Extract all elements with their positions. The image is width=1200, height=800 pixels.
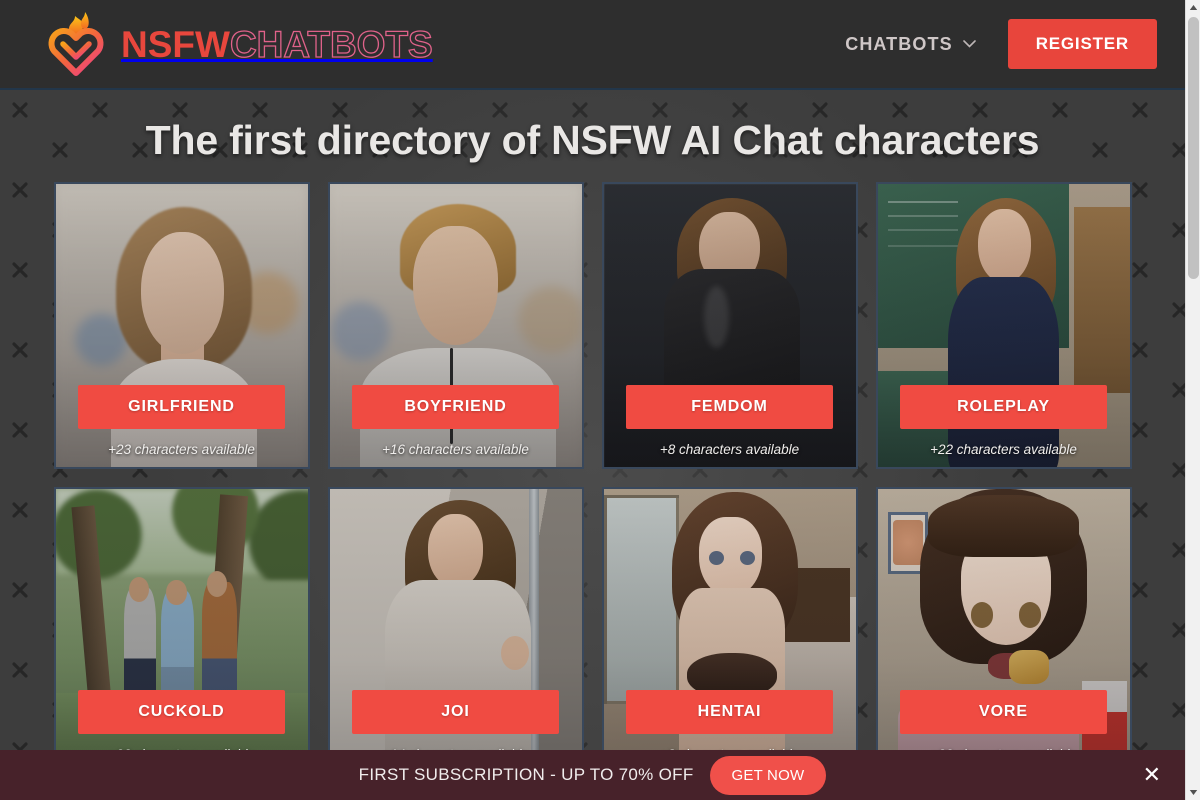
card-label: VORE	[900, 690, 1107, 734]
site-logo[interactable]: NSFWCHATBOTS	[45, 10, 433, 78]
category-card-girlfriend[interactable]: GIRLFRIEND +23 characters available	[53, 182, 310, 469]
page-scrollbar[interactable]	[1185, 0, 1200, 800]
card-count: +22 characters available	[930, 442, 1077, 457]
site-header: NSFWCHATBOTS CHATBOTS REGISTER	[0, 0, 1185, 90]
logo-text-nsfw: NSFW	[121, 23, 230, 65]
chevron-down-icon	[962, 40, 976, 48]
card-label: GIRLFRIEND	[78, 385, 285, 429]
category-card-vore[interactable]: VORE +22 characters available	[875, 487, 1132, 774]
card-count: +8 characters available	[659, 442, 800, 457]
category-card-cuckold[interactable]: CUCKOLD +23 characters available	[53, 487, 310, 774]
nav-item-chatbots[interactable]: CHATBOTS	[845, 33, 976, 55]
card-count: +16 characters available	[382, 442, 529, 457]
flaming-heart-icon	[48, 12, 104, 76]
card-label: HENTAI	[626, 690, 833, 734]
card-footer: BOYFRIEND +16 characters available	[330, 385, 582, 467]
hero-section: The first directory of NSFW AI Chat char…	[0, 90, 1185, 800]
scrollbar-up-arrow-icon[interactable]	[1186, 0, 1200, 15]
close-icon[interactable]: ✕	[1143, 764, 1161, 786]
category-card-boyfriend[interactable]: BOYFRIEND +16 characters available	[327, 182, 584, 469]
page-title: The first directory of NSFW AI Chat char…	[145, 117, 1040, 163]
page-viewport: NSFWCHATBOTS CHATBOTS REGISTER The first…	[0, 0, 1185, 800]
card-label: CUCKOLD	[78, 690, 285, 734]
category-card-femdom[interactable]: FEMDOM +8 characters available	[601, 182, 858, 469]
category-card-grid: GIRLFRIEND +23 characters available BOYF…	[53, 182, 1132, 774]
main-navigation: CHATBOTS REGISTER	[845, 19, 1157, 69]
logo-wordmark: NSFWCHATBOTS	[121, 23, 433, 65]
card-footer: GIRLFRIEND +23 characters available	[56, 385, 308, 467]
nav-chatbots-label: CHATBOTS	[845, 33, 953, 54]
card-label: JOI	[352, 690, 559, 734]
card-label: ROLEPLAY	[900, 385, 1107, 429]
card-label: BOYFRIEND	[352, 385, 559, 429]
get-now-button[interactable]: GET NOW	[709, 755, 827, 795]
logo-text-chatbots: CHATBOTS	[229, 23, 433, 65]
card-footer: ROLEPLAY +22 characters available	[878, 385, 1130, 467]
scrollbar-down-arrow-icon[interactable]	[1186, 785, 1200, 800]
scrollbar-thumb[interactable]	[1188, 17, 1199, 279]
card-footer: FEMDOM +8 characters available	[604, 385, 856, 467]
promo-text: FIRST SUBSCRIPTION - UP TO 70% OFF	[358, 765, 694, 784]
category-card-roleplay[interactable]: ROLEPLAY +22 characters available	[875, 182, 1132, 469]
register-button[interactable]: REGISTER	[1007, 19, 1157, 69]
card-label: FEMDOM	[626, 385, 833, 429]
category-card-hentai[interactable]: HENTAI +8 characters available	[601, 487, 858, 774]
promo-banner: FIRST SUBSCRIPTION - UP TO 70% OFF GET N…	[0, 750, 1185, 800]
category-card-joi[interactable]: JOI +14 characters available	[327, 487, 584, 774]
card-count: +23 characters available	[108, 442, 255, 457]
